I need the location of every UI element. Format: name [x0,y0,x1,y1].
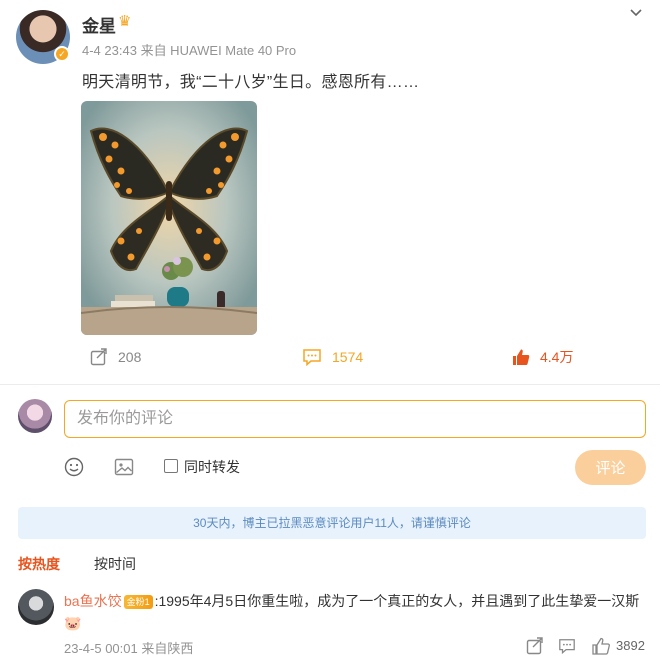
poster-username[interactable]: 金星 [82,12,116,37]
share-icon [90,348,107,366]
also-repost-label[interactable]: 同时转发 [184,457,240,477]
commenter-avatar[interactable] [18,589,54,625]
post-timestamp: 4-4 23:43 [82,43,137,58]
comment-meta: 23-4-5 00:01 来自陕西 [64,641,194,656]
thumbs-up-icon [513,349,530,365]
comment-like-count: 3892 [616,638,645,653]
fan-badge: 金粉1 [123,595,153,609]
crown-icon: ♛ [118,13,132,30]
comment-item: ba鱼水饺 金粉1:1995年4月5日你重生啦，成为了一个真正的女人，并且遇到了此… [64,590,644,634]
comment-count: 1574 [332,349,364,365]
like-button[interactable]: 4.4万 [512,346,573,368]
comment-share-icon[interactable] [526,637,544,655]
submit-comment-button[interactable]: 评论 [575,450,646,485]
tab-sort-by-time[interactable]: 按时间 [94,554,136,574]
post-text: 明天清明节，我“二十八岁”生日。感恩所有…… [82,74,420,91]
comment-text: :1995年4月5日你重生啦，成为了一个真正的女人，并且遇到了此生挚爱一汉斯 [154,593,640,609]
post-meta: 4-4 23:43 来自 HUAWEI Mate 40 Pro [82,40,296,59]
comment-input[interactable] [64,400,646,438]
repost-count: 208 [118,349,142,365]
chevron-down-icon[interactable] [628,4,644,20]
comment-reply-icon[interactable] [558,637,576,655]
divider [0,384,660,385]
commenter-name[interactable]: ba鱼水饺 [64,593,122,609]
emoji-icon[interactable] [64,457,84,477]
current-user-avatar [18,399,52,433]
post-image[interactable] [81,101,257,335]
comment-icon [303,349,321,366]
like-count: 4.4万 [540,349,574,365]
also-repost-checkbox[interactable] [164,459,178,473]
comment-button[interactable]: 1574 [302,346,363,368]
verified-badge-icon: ✓ [54,46,70,62]
repost-button[interactable]: 208 [90,346,141,368]
tab-sort-by-hot[interactable]: 按热度 [18,554,60,574]
blocked-users-notice: 30天内，博主已拉黑恶意评论用户11人，请谨慎评论 [18,507,646,539]
butterfly-photo [81,101,257,335]
post-source: 来自 HUAWEI Mate 40 Pro [140,43,297,58]
comment-like-icon[interactable] [592,637,610,655]
pig-emoji-icon: 🐷 [64,615,82,631]
image-upload-icon[interactable] [114,457,134,477]
